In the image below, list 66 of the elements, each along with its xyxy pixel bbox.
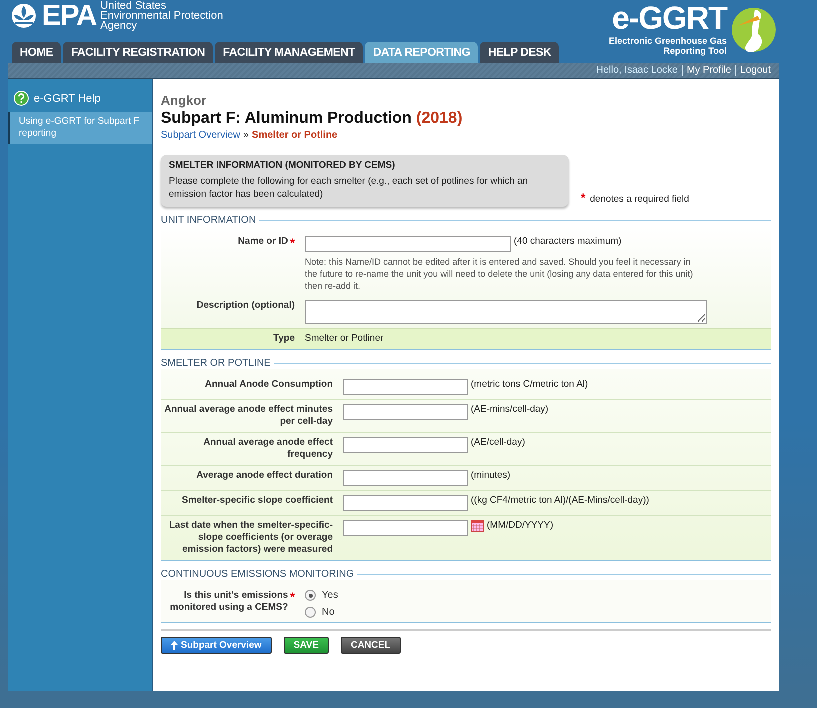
field-label: Annual average anode effect minutes per cell-day [164,404,333,428]
field-label: Name or ID [238,236,288,248]
section-title: CONTINUOUS EMISSIONS MONITORING [161,569,354,580]
text-field[interactable] [343,495,468,511]
text-field[interactable] [343,470,468,486]
agency-name: Agency [100,21,138,31]
unit-hint: (minutes) [471,470,511,481]
nav-tab[interactable]: HOME [12,42,62,63]
field-label: Type [274,333,295,345]
unit-hint: (metric tons C/metric ton Al) [471,379,588,390]
user-link[interactable]: My Profile [682,65,732,76]
field-label: Is this unit's emissions monitored using a CEMS? [169,590,288,614]
nav-tab[interactable]: FACILITY MANAGEMENT [215,42,364,63]
radio-option[interactable]: No [305,607,771,618]
tool-logo: e-GGRT [612,2,727,34]
radio-option[interactable]: Yes [305,590,771,601]
agency-logo: EPA [42,1,96,31]
nav-tab[interactable]: FACILITY REGISTRATION [63,42,214,63]
field-note: Note: this Name/ID cannot be edited after it is entered and saved. Should you feel it necessary in the future to re-name the unit you will need to delete the unit (losing any data entered for this unit) then re-add it. [305,256,694,292]
field-label: Description (optional) [196,300,295,312]
unit-hint: (AE/cell-day) [471,437,526,448]
info-title: SMELTER INFORMATION (MONITORED BY CEMS) [169,160,396,171]
field-label: Annual average anode effect frequency [202,437,333,461]
description-field[interactable] [305,300,707,324]
text-field[interactable] [343,379,468,395]
section-title: UNIT INFORMATION [161,215,256,226]
agency-name: United States [100,1,167,11]
text-field[interactable] [343,404,468,420]
breadcrumb-current[interactable]: Smelter or Potline [252,130,338,141]
required-note: denotes a required field [590,194,690,205]
type-value: Smelter or Potliner [305,333,385,344]
field-label: Smelter-specific slope coefficient [182,495,333,507]
nav-tab[interactable]: HELP DESK [480,42,560,63]
text-field[interactable] [343,520,468,536]
agency-name: Environmental Protection [100,11,224,21]
unit-hint: ((kg CF4/metric ton Al)/(AE-Mins/cell-day)) [471,495,650,506]
unit-hint: (MM/DD/YYYY) [487,520,554,531]
epa-flower-icon [10,3,38,29]
calendar-icon[interactable] [471,520,484,532]
field-label: Last date when the smelter-specific-slope coefficients (or overage emission factors) were measured [168,520,333,556]
required-mark: * [290,590,295,604]
breadcrumb-separator: » [243,130,250,141]
breadcrumb-link[interactable]: Subpart Overview [161,130,240,141]
page-title: Subpart F: Aluminum Production (2018) [161,109,464,129]
unit-hint: (AE-mins/cell-day) [471,404,549,415]
required-mark: * [290,236,295,250]
radio-icon[interactable] [305,590,316,601]
field-label: Average anode effect duration [196,470,333,482]
radio-icon[interactable] [305,607,316,618]
tool-subtitle: Electronic Greenhouse Gas [608,36,727,46]
text-field[interactable] [305,236,511,252]
arrow-up-icon [171,641,178,650]
info-text: Please complete the following for each smelter (e.g., each set of potlines for which an emission factor has been calculated) [169,175,530,201]
user-link[interactable]: Logout [735,65,771,76]
facility-name: Angkor [161,93,208,108]
help-heading: e-GGRT Help [34,92,101,104]
back-button[interactable]: Subpart Overview [161,637,272,654]
field-label: Annual Anode Consumption [205,379,333,391]
required-mark: * [581,191,586,205]
unit-hint: (40 characters maximum) [514,236,622,247]
text-field[interactable] [343,437,468,453]
cancel-button[interactable]: CANCEL [340,637,401,654]
help-icon [14,91,29,106]
tool-subtitle: Reporting Tool [664,46,727,56]
section-title: SMELTER OR POTLINE [161,358,271,369]
user-greeting: Hello, Isaac Locke [596,65,678,76]
